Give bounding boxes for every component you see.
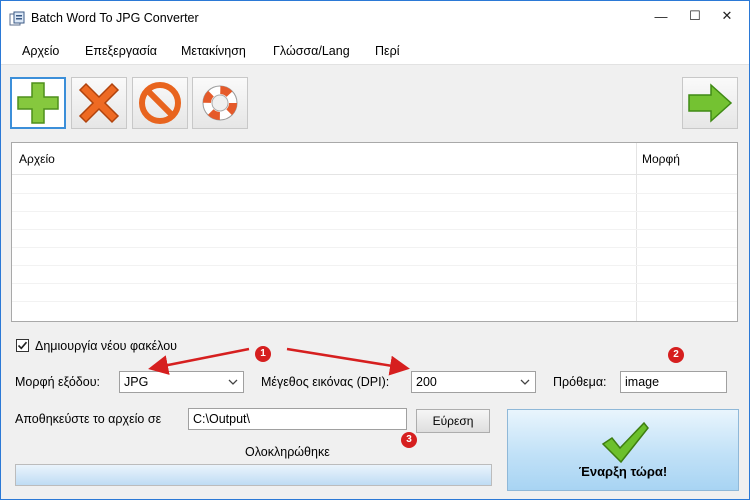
annotation-arrows	[148, 347, 410, 376]
annotation-badge-2: 2	[668, 347, 684, 363]
annotation-badge-1: 1	[255, 346, 271, 362]
annotation-arrow-left	[148, 347, 250, 375]
app-window: Batch Word To JPG Converter — ☐ ✕ Αρχείο…	[0, 0, 750, 500]
annotation-arrow-right	[286, 347, 410, 376]
annotation-badge-3: 3	[401, 432, 417, 448]
